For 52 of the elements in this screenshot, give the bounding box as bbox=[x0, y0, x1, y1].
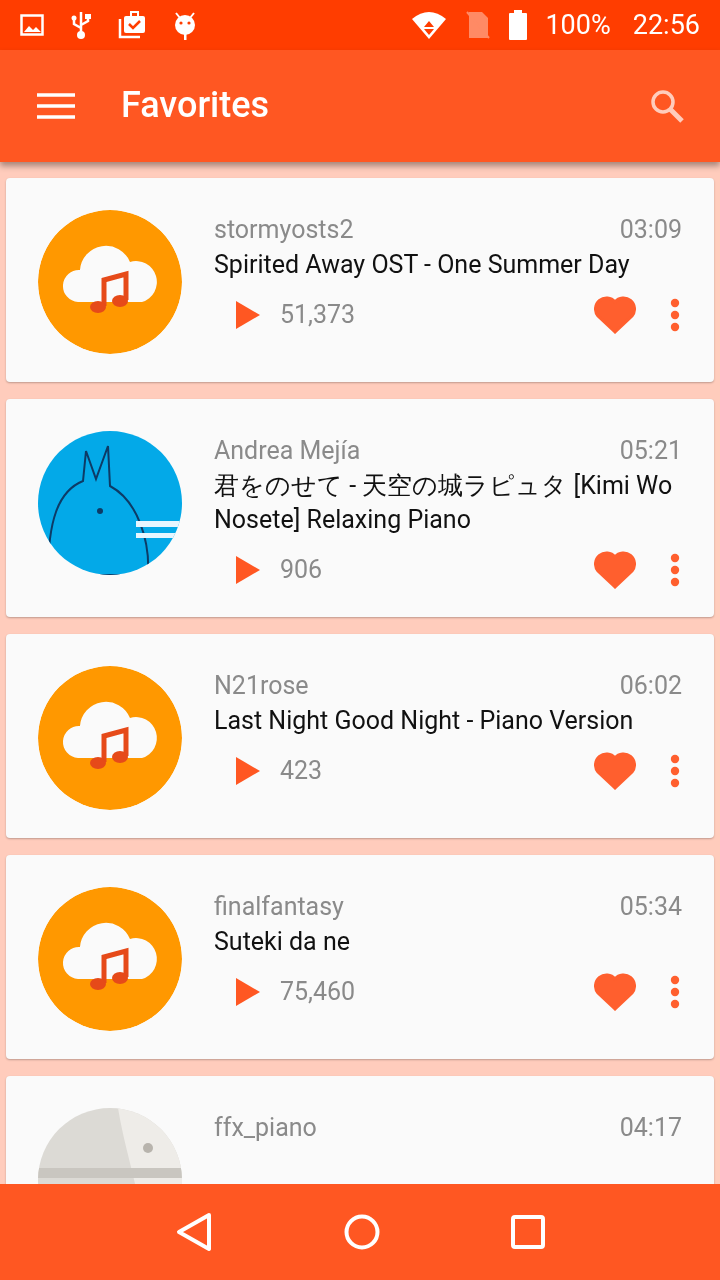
track-card[interactable]: stormyosts2 03:09 Spirited Away OST - One Summer Day 51,373 bbox=[6, 178, 714, 382]
uploader-name: ffx_piano bbox=[214, 1112, 317, 1144]
clock: 22:56 bbox=[632, 7, 700, 43]
track-duration: 04:17 bbox=[619, 1112, 682, 1144]
track-card[interactable]: N21rose 06:02 Last Night Good Night - Piano Version 423 bbox=[6, 634, 714, 838]
more-icon[interactable] bbox=[670, 298, 680, 332]
search-icon[interactable] bbox=[650, 89, 684, 123]
uploader-name: stormyosts2 bbox=[214, 214, 354, 246]
track-card[interactable]: Andrea Mejía 05:21 君をのせて - 天空の城ラピュタ [Kimi Wo Nosete] Relaxing Piano 906 bbox=[6, 399, 714, 617]
play-icon[interactable] bbox=[236, 301, 260, 329]
play-icon[interactable] bbox=[236, 556, 260, 584]
play-icon[interactable] bbox=[236, 757, 260, 785]
more-icon[interactable] bbox=[670, 975, 680, 1009]
play-count: 75,460 bbox=[280, 976, 356, 1009]
image-icon bbox=[20, 14, 44, 36]
more-icon[interactable] bbox=[670, 754, 680, 788]
play-count: 423 bbox=[280, 755, 323, 788]
track-title: Last Night Good Night - Piano Version bbox=[214, 705, 635, 737]
heart-icon[interactable] bbox=[594, 296, 636, 334]
android-icon bbox=[172, 10, 198, 40]
no-sim-icon bbox=[465, 10, 492, 40]
uploader-name: N21rose bbox=[214, 670, 309, 702]
heart-icon[interactable] bbox=[594, 752, 636, 790]
heart-icon[interactable] bbox=[594, 973, 636, 1011]
home-icon[interactable] bbox=[344, 1214, 380, 1250]
music-cloud-icon bbox=[38, 210, 182, 354]
uploader-name: Andrea Mejía bbox=[214, 435, 361, 467]
track-duration: 03:09 bbox=[619, 214, 682, 246]
screen-title: Favorites bbox=[121, 84, 270, 128]
music-cloud-icon bbox=[38, 666, 182, 810]
play-icon[interactable] bbox=[236, 978, 260, 1006]
track-card[interactable]: finalfantasy 05:34 Suteki da ne 75,460 bbox=[6, 855, 714, 1059]
track-title: Suteki da ne bbox=[214, 926, 351, 958]
uploader-name: finalfantasy bbox=[214, 891, 344, 923]
track-title: Spirited Away OST - One Summer Day bbox=[214, 249, 631, 281]
track-title: 君をのせて - 天空の城ラピュタ [Kimi Wo Nosete] Relaxing Piano bbox=[214, 470, 674, 536]
recents-icon[interactable] bbox=[510, 1215, 545, 1249]
track-duration: 05:34 bbox=[619, 891, 682, 923]
wifi-icon bbox=[411, 11, 448, 39]
usb-icon bbox=[70, 10, 92, 40]
battery-icon bbox=[509, 10, 528, 40]
track-duration: 05:21 bbox=[619, 435, 682, 467]
more-icon[interactable] bbox=[670, 553, 680, 587]
music-cloud-icon bbox=[38, 887, 182, 1031]
menu-icon[interactable] bbox=[36, 93, 76, 119]
play-count: 906 bbox=[280, 554, 323, 587]
briefcase-check-icon bbox=[118, 11, 146, 39]
track-duration: 06:02 bbox=[619, 670, 682, 702]
battery-percent: 100% bbox=[545, 7, 611, 43]
play-count: 51,373 bbox=[280, 299, 356, 332]
back-icon[interactable] bbox=[175, 1212, 214, 1252]
heart-icon[interactable] bbox=[594, 551, 636, 589]
